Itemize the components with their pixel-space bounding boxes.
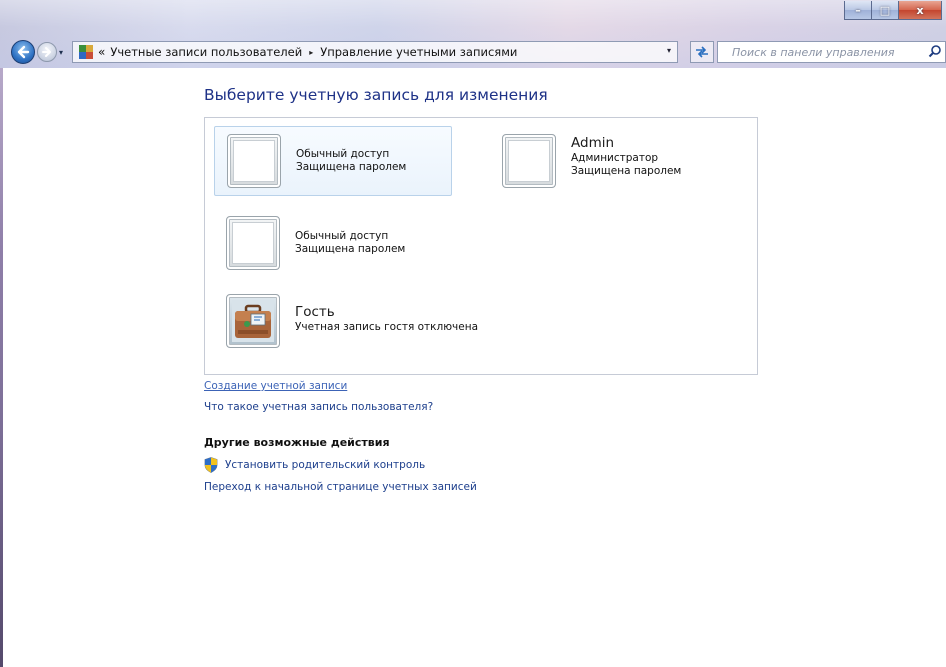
account-protection: Защищена паролем: [296, 161, 407, 173]
account-tile[interactable]: Обычный доступ Защищена паролем: [214, 126, 452, 196]
create-account-link[interactable]: Создание учетной записи: [204, 380, 347, 392]
address-bar[interactable]: « Учетные записи пользователей ▸ Управле…: [72, 41, 678, 63]
blank-avatar: [226, 216, 280, 270]
arrow-right-icon: [42, 47, 51, 57]
account-protection: Защищена паролем: [571, 164, 682, 177]
page-title: Выберите учетную запись для изменения: [204, 86, 548, 104]
account-type: Обычный доступ: [296, 148, 390, 160]
back-button[interactable]: [11, 40, 35, 64]
account-status: Учетная запись гостя отключена: [295, 321, 479, 333]
account-type: Администратор: [571, 151, 659, 164]
navigation-bar: ▾ « Учетные записи пользователей ▸ Управ…: [0, 40, 946, 64]
account-type: Обычный доступ: [295, 230, 389, 242]
account-tile-guest[interactable]: Гость Учетная запись гостя отключена: [214, 286, 514, 356]
minimize-button[interactable]: –: [844, 1, 872, 20]
search-input[interactable]: Поиск в панели управления: [717, 41, 946, 63]
parental-control-row[interactable]: Установить родительский контроль: [204, 457, 425, 473]
suitcase-icon: [232, 300, 274, 342]
recent-pages-dropdown[interactable]: ▾: [59, 48, 63, 57]
close-icon: x: [916, 3, 924, 17]
search-icon[interactable]: [928, 44, 942, 58]
breadcrumb-overflow[interactable]: «: [98, 45, 105, 59]
minimize-icon: –: [855, 3, 861, 17]
refresh-button[interactable]: [690, 41, 714, 63]
uac-shield-icon: [204, 457, 218, 473]
account-tile-admin[interactable]: Admin Администратор Защищена паролем: [490, 126, 730, 196]
breadcrumb-user-accounts[interactable]: Учетные записи пользователей: [110, 45, 302, 59]
account-protection: Защищена паролем: [295, 243, 406, 255]
arrow-left-icon: [17, 45, 30, 59]
account-name: Гость: [295, 304, 335, 320]
control-panel-users-icon: [78, 44, 94, 60]
close-button[interactable]: x: [899, 1, 942, 20]
maximize-icon: □: [879, 3, 891, 17]
breadcrumb-manage-accounts[interactable]: Управление учетными записями: [320, 45, 517, 59]
parental-control-link[interactable]: Установить родительский контроль: [225, 459, 425, 471]
guest-suitcase-avatar: [226, 294, 280, 348]
search-placeholder: Поиск в панели управления: [732, 45, 895, 59]
accounts-home-link[interactable]: Переход к начальной странице учетных зап…: [204, 481, 477, 493]
maximize-button[interactable]: □: [872, 1, 899, 20]
account-tile[interactable]: Обычный доступ Защищена паролем: [214, 208, 452, 278]
window-controls: – □ x: [844, 1, 942, 20]
account-name: Admin: [571, 134, 615, 151]
blank-avatar: [227, 134, 281, 188]
address-dropdown[interactable]: ▾: [667, 46, 671, 55]
window-left-border: [0, 68, 3, 667]
forward-button[interactable]: [37, 42, 57, 62]
blank-avatar: [502, 134, 556, 188]
what-is-user-account-link[interactable]: Что такое учетная запись пользователя?: [204, 401, 433, 413]
refresh-icon: [696, 46, 708, 58]
breadcrumb-separator-icon[interactable]: ▸: [309, 48, 313, 57]
other-actions-heading: Другие возможные действия: [204, 436, 390, 449]
accounts-panel: Обычный доступ Защищена паролем Admin Ад…: [204, 117, 758, 375]
